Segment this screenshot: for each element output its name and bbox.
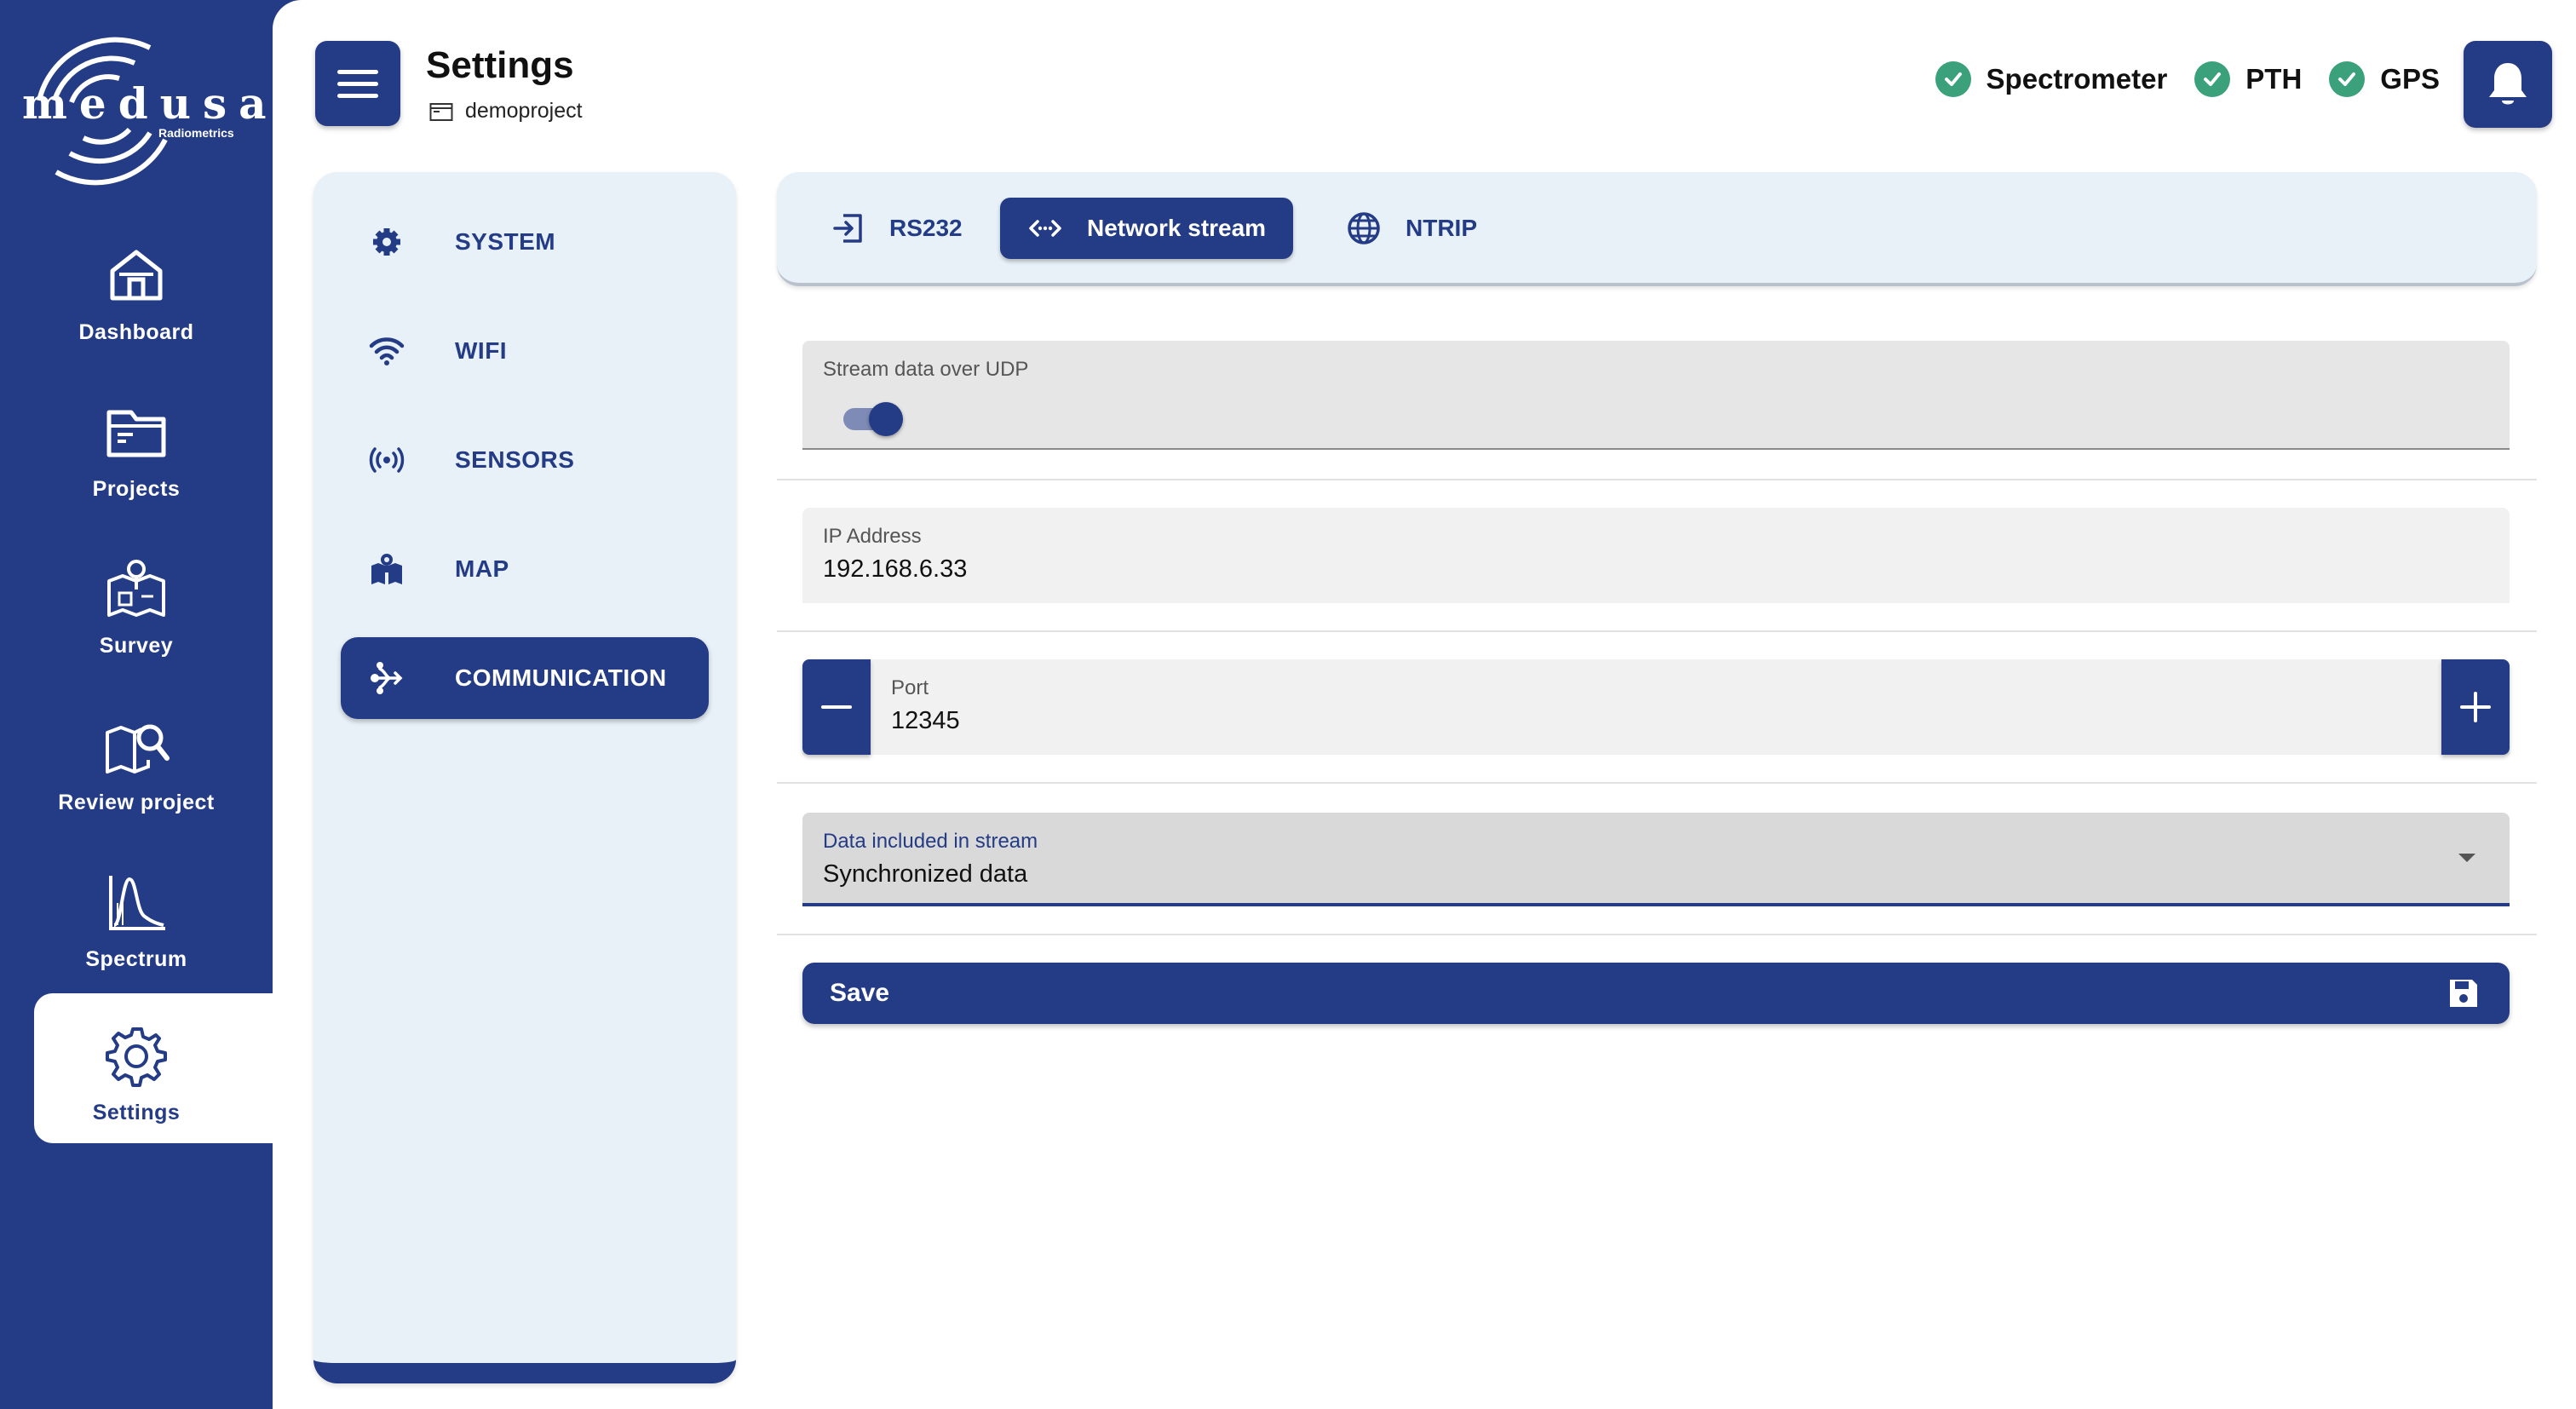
- gear-icon: [102, 1022, 170, 1090]
- sensor-icon: [361, 434, 412, 486]
- status-label: PTH: [2245, 63, 2303, 95]
- bell-icon: [2489, 63, 2527, 105]
- check-circle-icon: [2329, 61, 2366, 97]
- divider: [777, 630, 2537, 632]
- survey-map-icon: [102, 555, 170, 624]
- category-label: MAP: [455, 555, 509, 582]
- nav-item-projects[interactable]: Projects: [34, 370, 273, 520]
- wifi-icon: [361, 325, 412, 377]
- minus-icon: [821, 705, 852, 709]
- status-pth: PTH: [2194, 61, 2302, 97]
- notifications-button[interactable]: [2464, 41, 2552, 128]
- project-name: demoproject: [465, 99, 583, 123]
- ip-address-label: IP Address: [823, 525, 922, 548]
- udp-stream-label: Stream data over UDP: [823, 358, 1029, 381]
- menu-icon-bar: [337, 94, 378, 98]
- nav-item-spectrum[interactable]: Spectrum: [34, 840, 273, 990]
- settings-category-panel: SYSTEM WIFI SENSORS MAP COMMUNICATION: [313, 172, 736, 1383]
- tab-rs232[interactable]: RS232: [830, 198, 963, 259]
- communication-icon: [361, 653, 412, 704]
- category-map[interactable]: MAP: [341, 528, 709, 610]
- category-label: COMMUNICATION: [455, 664, 667, 691]
- tab-network-stream[interactable]: Network stream: [1000, 198, 1294, 259]
- nav-label: Survey: [99, 634, 174, 658]
- medusa-logo: medusa Radiometrics: [22, 34, 279, 187]
- divider: [777, 782, 2537, 784]
- brand-subtitle: Radiometrics: [158, 126, 234, 140]
- home-icon: [102, 242, 170, 310]
- nav-label: Dashboard: [78, 320, 194, 344]
- sensor-status-bar: Spectrometer PTH GPS: [1908, 61, 2440, 97]
- nav-item-survey[interactable]: Survey: [34, 526, 273, 676]
- ip-address-value: 192.168.6.33: [823, 555, 968, 583]
- status-label: Spectrometer: [1986, 63, 2168, 95]
- folder-icon: [429, 102, 453, 121]
- tab-label: RS232: [889, 215, 963, 241]
- port-stepper: Port 12345: [802, 659, 2510, 755]
- udp-stream-toggle[interactable]: [843, 402, 903, 436]
- map-pin-icon: [361, 543, 412, 595]
- divider: [777, 934, 2537, 935]
- status-label: GPS: [2380, 63, 2440, 95]
- nav-label: Spectrum: [85, 947, 187, 971]
- category-label: SYSTEM: [455, 228, 556, 255]
- status-spectrometer: Spectrometer: [1935, 61, 2168, 97]
- udp-stream-field: Stream data over UDP: [802, 341, 2510, 450]
- menu-button[interactable]: [315, 41, 400, 126]
- login-arrow-icon: [833, 214, 862, 243]
- category-communication[interactable]: COMMUNICATION: [341, 637, 709, 719]
- brand-name: medusa: [22, 78, 279, 129]
- nav-item-review-project[interactable]: Review project: [34, 683, 273, 833]
- ip-address-field[interactable]: IP Address 192.168.6.33: [802, 508, 2510, 603]
- port-label: Port: [891, 676, 929, 699]
- save-label: Save: [830, 979, 890, 1007]
- nav-label: Projects: [92, 477, 181, 501]
- main-content: Settings demoproject Spectrometer PTH GP…: [273, 0, 2576, 1409]
- stream-data-value: Synchronized data: [823, 860, 1028, 888]
- gear-icon: [361, 216, 412, 267]
- communication-tabs: RS232 Network stream NTRIP: [777, 172, 2537, 286]
- tab-ntrip[interactable]: NTRIP: [1346, 198, 1477, 259]
- stream-data-label: Data included in stream: [823, 830, 1038, 853]
- current-project[interactable]: demoproject: [429, 99, 583, 124]
- check-circle-icon: [2194, 61, 2231, 97]
- divider: [777, 479, 2537, 480]
- code-dots-icon: [1029, 220, 1061, 237]
- nav-label: Settings: [92, 1101, 181, 1124]
- menu-icon-bar: [337, 82, 378, 86]
- port-decrement-button[interactable]: [802, 659, 871, 755]
- nav-item-dashboard[interactable]: Dashboard: [34, 213, 273, 363]
- port-value[interactable]: 12345: [891, 707, 960, 735]
- save-button[interactable]: Save: [802, 963, 2510, 1024]
- tab-label: NTRIP: [1406, 215, 1477, 241]
- category-wifi[interactable]: WIFI: [341, 310, 709, 392]
- spectrum-chart-icon: [102, 869, 170, 937]
- category-label: WIFI: [455, 337, 508, 364]
- category-label: SENSORS: [455, 446, 575, 473]
- toggle-knob: [869, 402, 903, 436]
- globe-icon: [1348, 212, 1380, 244]
- navigation-rail: medusa Radiometrics Dashboard Projects S…: [0, 0, 279, 1409]
- plus-icon: [2460, 692, 2491, 722]
- status-gps: GPS: [2329, 61, 2440, 97]
- menu-icon: [337, 70, 378, 74]
- folder-icon: [102, 399, 170, 467]
- floppy-disk-icon: [2450, 980, 2477, 1007]
- page-title: Settings: [426, 44, 574, 86]
- stream-data-select[interactable]: Data included in stream Synchronized dat…: [802, 813, 2510, 906]
- tab-label: Network stream: [1087, 215, 1267, 241]
- nav-label: Review project: [58, 791, 215, 814]
- check-circle-icon: [1935, 61, 1971, 97]
- map-search-icon: [102, 712, 170, 780]
- category-system[interactable]: SYSTEM: [341, 201, 709, 283]
- dropdown-arrow-icon: [2458, 854, 2475, 862]
- nav-item-settings[interactable]: Settings: [34, 993, 278, 1143]
- category-sensors[interactable]: SENSORS: [341, 419, 709, 501]
- port-increment-button[interactable]: [2441, 659, 2510, 755]
